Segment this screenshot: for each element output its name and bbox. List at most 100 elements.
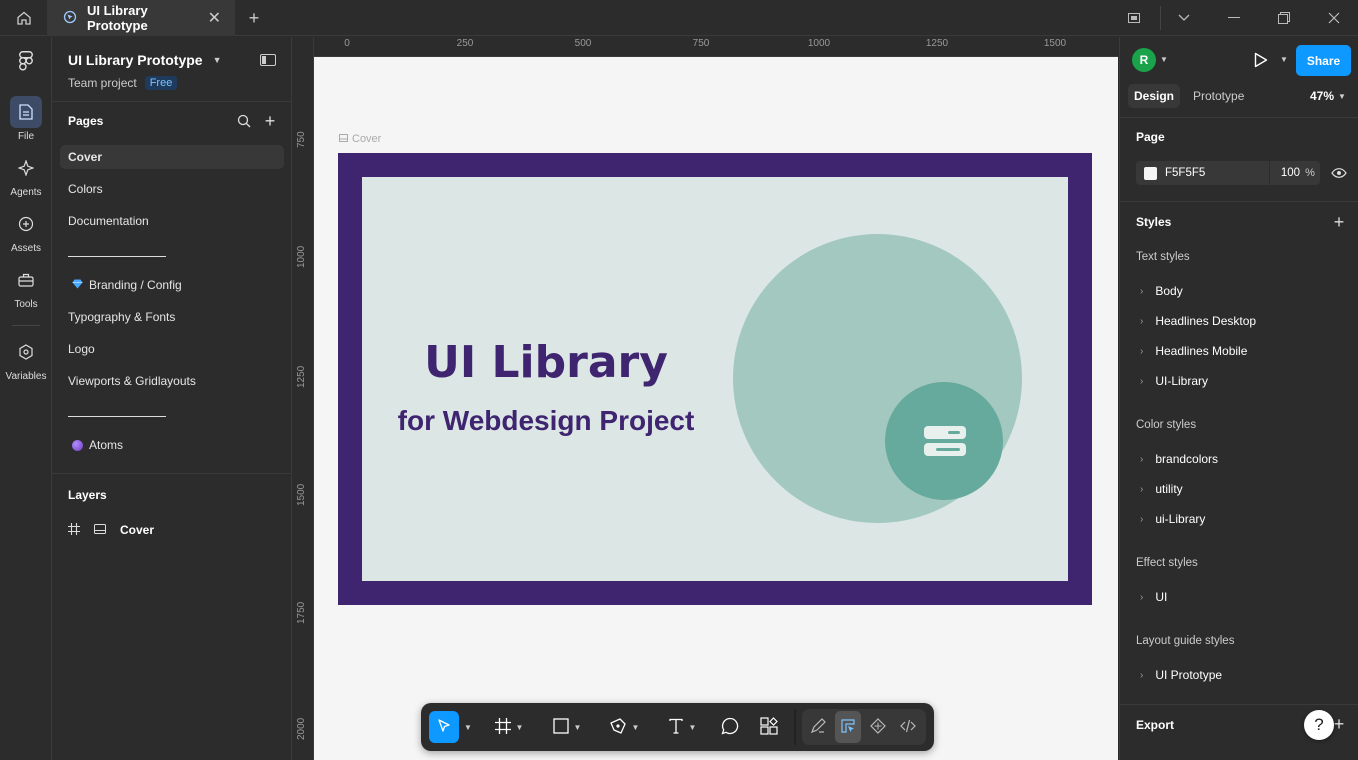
draw-mode-button[interactable]: [805, 711, 831, 743]
restore-icon[interactable]: [1260, 0, 1308, 36]
text-icon: [668, 718, 684, 737]
color-style-item[interactable]: › ui-Library: [1140, 512, 1205, 526]
add-style-icon[interactable]: +: [1328, 211, 1350, 233]
chevron-down-icon[interactable]: ▼: [1160, 55, 1168, 64]
move-tool-menu[interactable]: ▼: [461, 711, 475, 743]
close-tab-icon[interactable]: ✕: [208, 8, 221, 28]
layout-style-item[interactable]: › UI Prototype: [1140, 668, 1222, 682]
chevron-right-icon: ›: [1140, 315, 1144, 327]
rail-assets[interactable]: Assets: [0, 208, 52, 254]
page-item-viewports[interactable]: Viewports & Gridlayouts: [60, 369, 284, 393]
rail-file[interactable]: File: [0, 96, 52, 142]
rail-agents[interactable]: Agents: [0, 152, 52, 198]
frame-label[interactable]: Cover: [339, 133, 381, 145]
dev-mode-button[interactable]: [895, 711, 921, 743]
tab-design[interactable]: Design: [1128, 84, 1180, 108]
sidebar-toggle-icon[interactable]: [256, 51, 280, 69]
search-icon[interactable]: [234, 112, 254, 130]
actions-tool-button[interactable]: [757, 711, 781, 743]
file-tab[interactable]: UI Library Prototype ✕: [47, 0, 235, 36]
style-label: UI: [1155, 590, 1168, 604]
design-mode-button[interactable]: [835, 711, 861, 743]
page-item-typography[interactable]: Typography & Fonts: [60, 305, 284, 329]
move-tool-button[interactable]: [429, 711, 459, 743]
title-bar: UI Library Prototype ✕ +: [0, 0, 1358, 36]
text-style-item[interactable]: › Body: [1140, 284, 1183, 298]
frame-icon: [494, 717, 511, 737]
page-item-atoms[interactable]: Atoms: [60, 433, 284, 457]
home-icon[interactable]: [0, 0, 48, 36]
code-icon: [900, 719, 916, 736]
project-info: Team project Free: [68, 76, 178, 90]
style-label: Headlines Desktop: [1155, 314, 1257, 328]
text-style-item[interactable]: › Headlines Mobile: [1140, 344, 1247, 358]
frame-tool-button[interactable]: ▼: [489, 711, 529, 743]
rail-variables[interactable]: Variables: [0, 336, 52, 382]
comment-tool-button[interactable]: [718, 711, 742, 743]
component-icon: [870, 717, 886, 737]
layer-row[interactable]: Cover: [68, 522, 283, 538]
color-style-item[interactable]: › brandcolors: [1140, 452, 1218, 466]
style-label: utility: [1155, 482, 1183, 496]
avatar[interactable]: R: [1132, 48, 1156, 72]
chevron-right-icon: ›: [1140, 453, 1144, 465]
rail-assets-label: Assets: [10, 243, 41, 254]
cover-frame[interactable]: UI Library for Webdesign Project: [338, 153, 1092, 605]
effect-style-item[interactable]: › UI: [1140, 590, 1167, 604]
chevron-down-icon: ▼: [688, 722, 697, 732]
pen-tool-button[interactable]: ▼: [604, 711, 644, 743]
page-item-documentation[interactable]: Documentation: [60, 209, 284, 233]
minimize-icon[interactable]: [1210, 0, 1258, 36]
color-style-item[interactable]: › utility: [1140, 482, 1183, 496]
page-item-logo[interactable]: Logo: [60, 337, 284, 361]
add-page-icon[interactable]: +: [260, 111, 280, 131]
page-color-field[interactable]: F5F5F5 100 %: [1136, 161, 1320, 185]
text-style-item[interactable]: › UI-Library: [1140, 374, 1208, 388]
page-opacity-value[interactable]: 100: [1270, 167, 1300, 179]
tab-prototype[interactable]: Prototype: [1193, 89, 1244, 103]
figma-logo-icon: [10, 45, 42, 77]
plan-badge[interactable]: Free: [144, 76, 178, 90]
chevron-down-icon[interactable]: ▼: [1280, 55, 1288, 64]
text-style-item[interactable]: › Headlines Desktop: [1140, 314, 1256, 328]
eye-icon[interactable]: [1328, 164, 1350, 182]
components-mode-button[interactable]: [865, 711, 891, 743]
rail-file-label: File: [17, 131, 35, 142]
close-window-icon[interactable]: [1310, 0, 1358, 36]
pen-icon: [609, 717, 627, 738]
rail-variables-label: Variables: [5, 371, 47, 382]
tab-title: UI Library Prototype: [87, 3, 148, 33]
chevron-down-icon[interactable]: [1160, 0, 1208, 36]
page-separator: [68, 256, 166, 257]
rail-agents-label: Agents: [10, 187, 42, 198]
style-label: Headlines Mobile: [1155, 344, 1248, 358]
ruler-label: 750: [296, 131, 307, 148]
style-label: ui-Library: [1155, 512, 1206, 526]
ruler-label: 1500: [1043, 38, 1067, 49]
project-name-dropdown[interactable]: UI Library Prototype ▼: [68, 52, 222, 68]
window-icon[interactable]: [1110, 0, 1158, 36]
page-item-colors[interactable]: Colors: [60, 177, 284, 201]
help-button[interactable]: ?: [1304, 710, 1334, 740]
chevron-right-icon: ›: [1140, 483, 1144, 495]
layers-header: Layers: [68, 488, 107, 502]
share-button[interactable]: Share: [1296, 45, 1351, 76]
color-swatch: [1144, 166, 1157, 180]
style-label: UI-Library: [1155, 374, 1209, 388]
team-label: Team project: [68, 76, 137, 90]
left-panel: UI Library Prototype ▼ Team project Free…: [52, 37, 292, 760]
page-item-branding[interactable]: Branding / Config: [60, 273, 284, 297]
canvas[interactable]: Cover UI Library for Webdesign Project: [293, 37, 1118, 760]
text-tool-button[interactable]: ▼: [662, 711, 702, 743]
zoom-dropdown[interactable]: 47% ▼: [1310, 89, 1346, 103]
design-icon: [840, 718, 856, 737]
page-item-cover[interactable]: Cover: [60, 145, 284, 169]
gem-icon: [72, 278, 83, 292]
rail-logo[interactable]: [0, 45, 52, 80]
shape-tool-button[interactable]: ▼: [547, 711, 587, 743]
chevron-down-icon: ▼: [515, 722, 524, 732]
present-icon[interactable]: [1250, 49, 1272, 71]
new-tab-button[interactable]: +: [240, 0, 268, 36]
rail-tools[interactable]: Tools: [0, 264, 52, 310]
style-label: Body: [1155, 284, 1183, 298]
